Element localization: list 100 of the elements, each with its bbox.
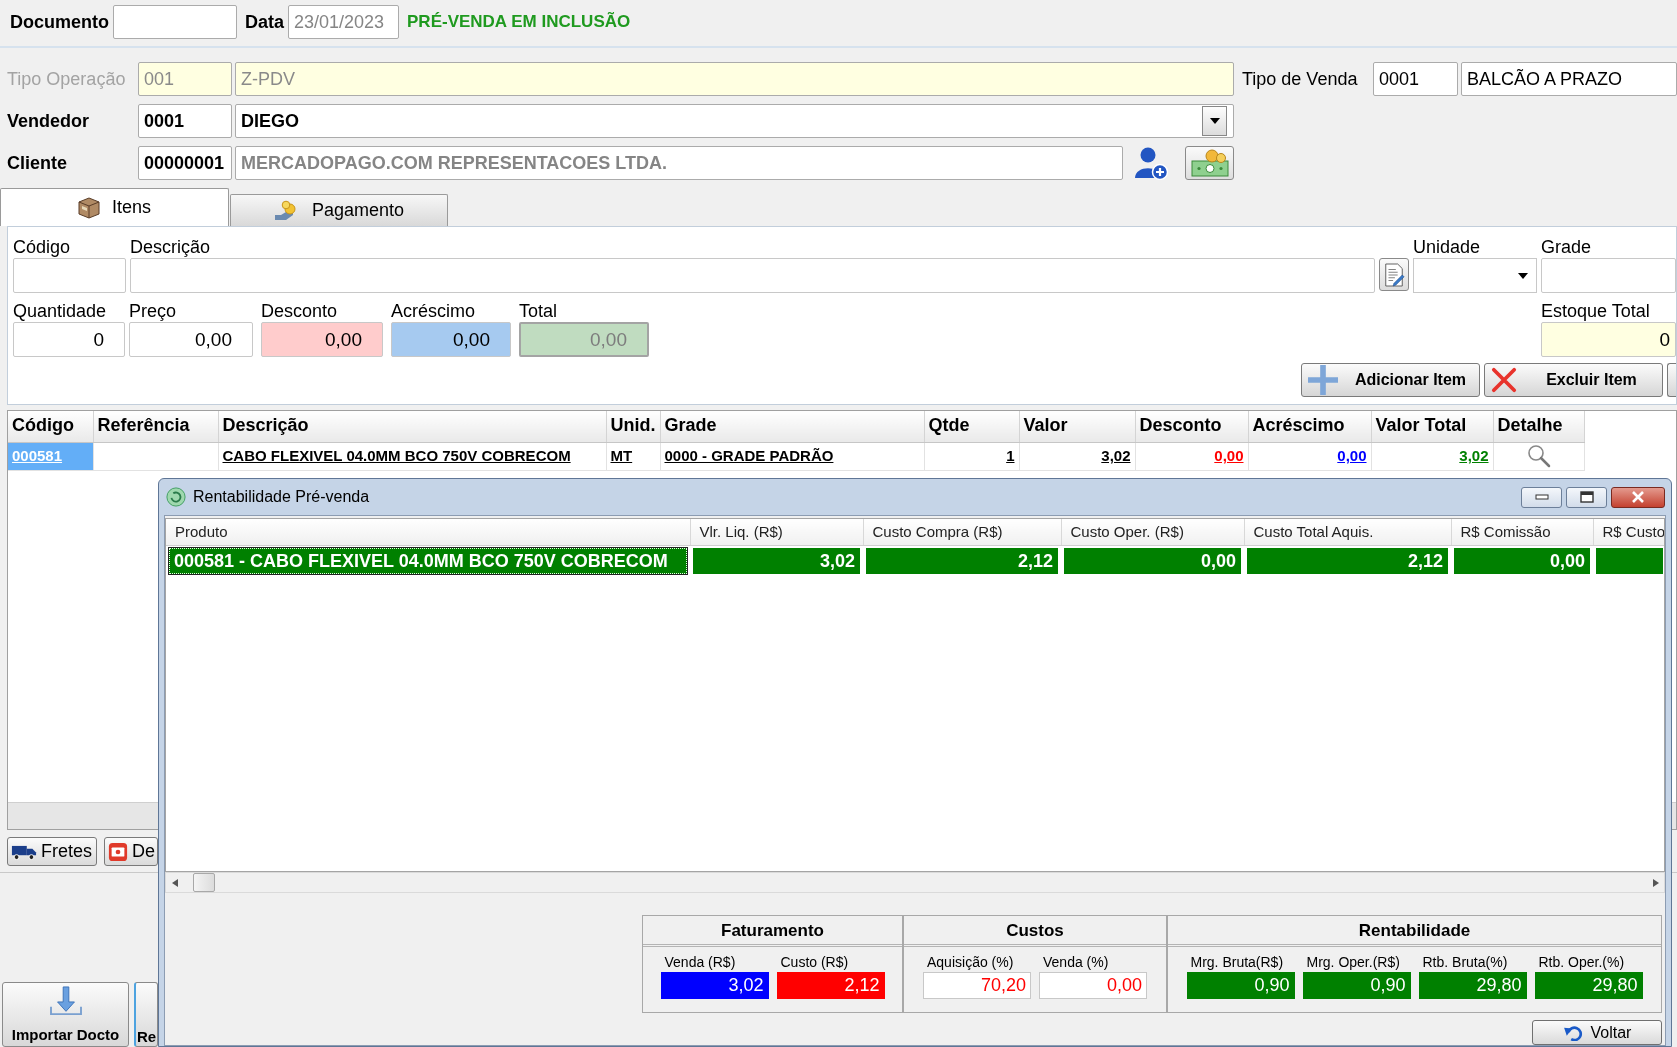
field-label: Quantidade: [13, 300, 108, 322]
scrollbar-thumb[interactable]: [193, 873, 215, 892]
document-button[interactable]: [1379, 258, 1409, 291]
action-button[interactable]: [1667, 363, 1676, 397]
table-cell[interactable]: 2,12: [1247, 547, 1448, 574]
minimize-button[interactable]: [1521, 486, 1562, 508]
minimize-icon: [1534, 494, 1549, 500]
undo-icon: [1562, 1024, 1583, 1041]
table-cell[interactable]: 0,00: [1064, 547, 1241, 574]
column-header[interactable]: R$ Comissão: [1451, 519, 1593, 545]
text-field[interactable]: BALCÃO A PRAZO: [1461, 62, 1677, 96]
dropdown-button[interactable]: [1202, 106, 1227, 136]
horizontal-scrollbar[interactable]: [165, 872, 1665, 893]
column-header[interactable]: Produto: [166, 519, 690, 545]
metric-value: 0,00: [1039, 972, 1147, 999]
column-header[interactable]: Valor: [1019, 411, 1135, 442]
column-header[interactable]: Grade: [660, 411, 924, 442]
toolbar-button[interactable]: Re: [134, 982, 158, 1047]
code-field[interactable]: 0001: [138, 104, 232, 138]
input-field[interactable]: [130, 258, 1375, 293]
caret-icon: [1518, 272, 1528, 279]
tab[interactable]: Itens: [0, 188, 229, 226]
code-field[interactable]: 00000001: [138, 146, 232, 180]
seller-select[interactable]: DIEGO: [235, 104, 1234, 138]
column-header[interactable]: Custo Total Aquis.: [1244, 519, 1451, 545]
input-field[interactable]: [13, 258, 126, 293]
field-label: Total: [519, 300, 559, 322]
toolbar-button[interactable]: Importar Docto: [2, 982, 129, 1047]
input-field[interactable]: 0,00: [129, 322, 253, 357]
field-label: Vendedor: [7, 110, 91, 132]
truck-icon: [11, 843, 37, 860]
column-header[interactable]: Referência: [93, 411, 218, 442]
tab[interactable]: Pagamento: [230, 194, 448, 226]
input-field[interactable]: 0: [13, 322, 125, 357]
field-label: Descrição: [130, 236, 212, 258]
column-header[interactable]: Desconto: [1135, 411, 1248, 442]
table-cell[interactable]: 0,00: [1248, 442, 1371, 470]
table-cell[interactable]: 3,02: [693, 547, 860, 574]
cash-icon: [1189, 149, 1230, 177]
left-arrow-icon[interactable]: [171, 878, 178, 887]
column-header[interactable]: Detalhe: [1493, 411, 1584, 442]
input-field[interactable]: 0: [1541, 322, 1676, 357]
cash-button[interactable]: [1185, 146, 1234, 180]
table-cell[interactable]: 2,12: [866, 547, 1058, 574]
input-field[interactable]: 0,00: [391, 322, 511, 357]
action-button[interactable]: Excluir Item: [1484, 363, 1663, 397]
table-cell[interactable]: 0,00: [1454, 547, 1590, 574]
back-button[interactable]: Voltar: [1532, 1020, 1662, 1045]
column-header[interactable]: Custo Oper. (R$): [1061, 519, 1244, 545]
document-field[interactable]: [113, 5, 237, 39]
download-icon: [48, 986, 83, 1016]
metric-value: 3,02: [660, 972, 769, 999]
field-label: Tipo Operação: [7, 68, 127, 90]
column-header[interactable]: Qtde: [924, 411, 1019, 442]
table-cell[interactable]: 1: [924, 442, 1019, 470]
box-icon: [78, 196, 100, 219]
table-cell[interactable]: CABO FLEXIVEL 04.0MM BCO 750V COBRECOM: [218, 442, 606, 470]
search-icon[interactable]: [1526, 444, 1551, 468]
metric-label: Rtb. Oper.(%): [1537, 953, 1626, 972]
table-cell[interactable]: [1596, 547, 1663, 574]
metric-label: Venda (%): [1042, 953, 1110, 972]
table-cell[interactable]: 3,02: [1019, 442, 1135, 470]
action-button[interactable]: Adicionar Item: [1301, 363, 1480, 397]
table-cell[interactable]: 0,00: [1135, 442, 1248, 470]
status-text: PRÉ-VENDA EM INCLUSÃO: [407, 11, 631, 33]
code-field[interactable]: 0001: [1373, 62, 1458, 96]
column-header[interactable]: Acréscimo: [1248, 411, 1371, 442]
field-label: Preço: [129, 300, 178, 322]
window-title: Rentabilidade Pré-venda: [193, 487, 370, 507]
column-header[interactable]: R$ Custo: [1593, 519, 1664, 545]
field-label: Tipo de Venda: [1242, 68, 1359, 90]
metric-value: 29,80: [1418, 972, 1527, 999]
table-cell[interactable]: 000581 - CABO FLEXIVEL 04.0MM BCO 750V COBRECOM: [169, 547, 687, 574]
banknote-icon: [108, 841, 128, 862]
right-arrow-icon[interactable]: [1652, 878, 1659, 887]
column-header[interactable]: Código: [8, 411, 93, 442]
maximize-button[interactable]: [1566, 486, 1607, 508]
column-header[interactable]: Descrição: [218, 411, 606, 442]
table-cell[interactable]: 3,02: [1371, 442, 1493, 470]
plus-icon: [1308, 365, 1338, 395]
edit-document-icon: [1383, 262, 1405, 287]
column-header[interactable]: Unid.: [606, 411, 660, 442]
column-header[interactable]: Valor Total: [1371, 411, 1493, 442]
toolbar-button[interactable]: Fretes: [7, 837, 97, 866]
column-header[interactable]: Vlr. Liq. (R$): [690, 519, 863, 545]
add-user-icon[interactable]: [1134, 146, 1168, 180]
metric-value: 29,80: [1534, 972, 1643, 999]
field-label: Estoque Total: [1541, 300, 1651, 322]
text-field[interactable]: MERCADOPAGO.COM REPRESENTACOES LTDA.: [235, 146, 1123, 180]
close-button[interactable]: [1611, 486, 1665, 508]
input-field[interactable]: [1541, 258, 1676, 293]
table-cell[interactable]: MT: [606, 442, 660, 470]
metric-value: 70,20: [923, 972, 1031, 999]
metric-label: Custo (R$): [779, 953, 850, 972]
field-label: Desconto: [261, 300, 339, 322]
input-field[interactable]: 0,00: [261, 322, 383, 357]
toolbar-button[interactable]: De: [104, 837, 158, 866]
column-header[interactable]: Custo Compra (R$): [863, 519, 1061, 545]
table-cell[interactable]: 0000 - GRADE PADRÃO: [660, 442, 924, 470]
cross-icon: [1491, 367, 1517, 393]
